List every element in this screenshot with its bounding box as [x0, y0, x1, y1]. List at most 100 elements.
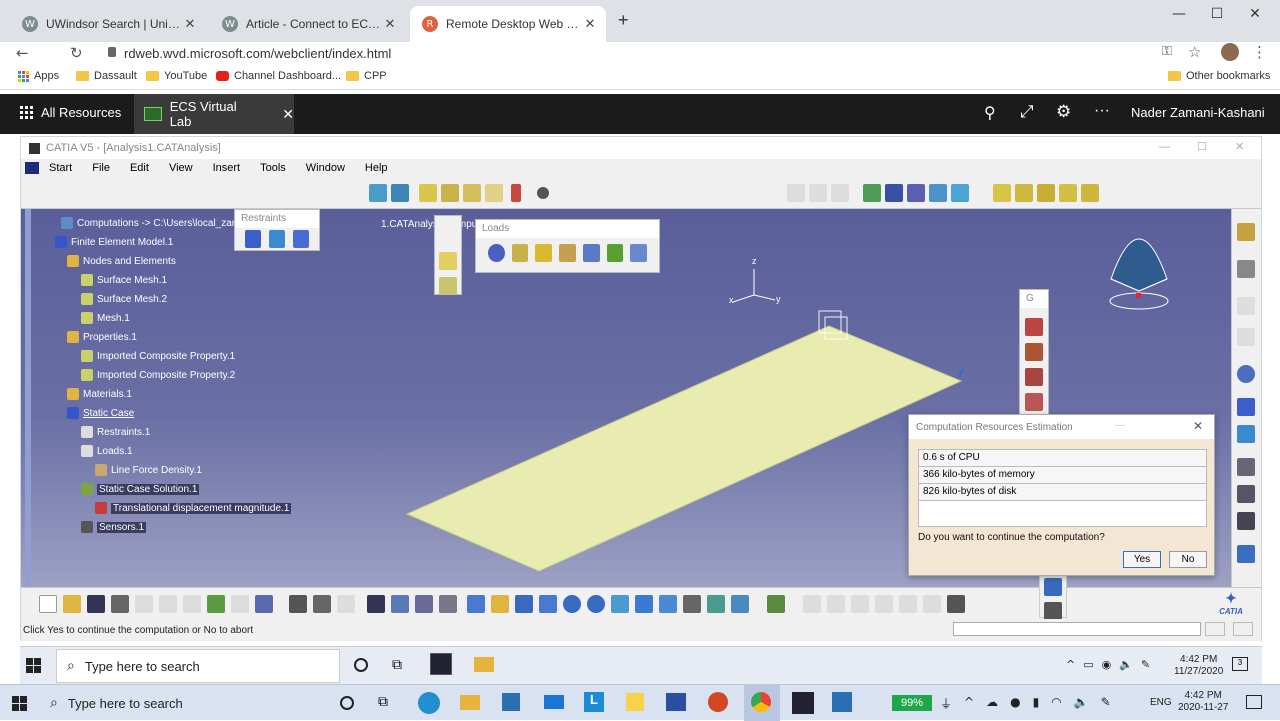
fly-mode-icon[interactable] [467, 595, 485, 613]
sensor-icon[interactable] [1237, 425, 1255, 443]
pen-icon[interactable]: ✎ [1101, 695, 1111, 712]
all-resources-button[interactable]: All Resources [20, 105, 121, 120]
avatar[interactable] [1221, 43, 1239, 61]
formula-icon[interactable] [289, 595, 307, 613]
restraint-icon[interactable] [993, 184, 1011, 202]
measure-icon[interactable] [415, 595, 433, 613]
tree-node[interactable]: Static Case Solution.1 [81, 481, 291, 497]
store-icon[interactable] [502, 693, 520, 711]
chevron-up-icon[interactable]: ^ [964, 695, 974, 712]
bookmark-apps[interactable]: Apps [18, 70, 59, 82]
menu-window[interactable]: Window [296, 162, 355, 174]
rd-session-tab[interactable]: ECS Virtual Lab ✕ [134, 94, 294, 134]
close-icon[interactable]: ✕ [182, 16, 198, 32]
open-file-icon[interactable] [63, 595, 81, 613]
fit-all-icon[interactable] [491, 595, 509, 613]
battery-indicator[interactable]: 99% [892, 695, 932, 711]
tree-node[interactable]: Static Case [67, 405, 291, 421]
rotate-icon[interactable] [539, 595, 557, 613]
view-mode-icon[interactable] [659, 595, 677, 613]
file-explorer-icon[interactable] [460, 695, 480, 710]
sensor-icon[interactable] [1237, 398, 1255, 416]
maximize-icon[interactable]: ☐ [1197, 140, 1207, 153]
windows-start-icon[interactable] [26, 658, 41, 673]
menu-file[interactable]: File [82, 162, 120, 174]
temperature-icon[interactable] [606, 244, 624, 262]
host-clock[interactable]: 4:42 PM 2020-11-27 [1178, 690, 1228, 714]
wifi-icon[interactable]: ◠ [1051, 695, 1061, 712]
group-icon[interactable] [485, 184, 503, 202]
tree-node[interactable]: Materials.1 [67, 386, 291, 402]
battery-icon[interactable]: ▮ [1033, 695, 1040, 712]
maximize-icon[interactable]: ☐ [1198, 0, 1236, 28]
menu-tools[interactable]: Tools [250, 162, 296, 174]
cloud-icon[interactable]: ☁ [986, 695, 998, 712]
gear-icon[interactable]: ⚙ [1056, 102, 1071, 122]
report-icon[interactable] [1237, 458, 1255, 476]
property-icon[interactable] [441, 184, 459, 202]
apply-material-icon[interactable] [731, 595, 749, 613]
bookmark-star-icon[interactable]: ☆ [1188, 43, 1201, 61]
close-icon[interactable]: ✕ [582, 16, 598, 32]
back-icon[interactable]: ← [16, 44, 29, 62]
hide-show-icon[interactable] [683, 595, 701, 613]
bookmark-dassault[interactable]: Dassault [76, 70, 137, 82]
minimize-icon[interactable]: — [1159, 141, 1170, 153]
tree-node[interactable]: Restraints.1 [81, 424, 291, 440]
tree-node[interactable]: Translational displacement magnitude.1 [95, 500, 292, 516]
analysis-tool-icon[interactable] [1025, 393, 1043, 411]
plug-icon[interactable]: ⏚ [940, 695, 952, 712]
restraint-icon[interactable] [1081, 184, 1099, 202]
restraint-icon[interactable] [1059, 184, 1077, 202]
close-icon[interactable]: ✕ [282, 106, 294, 123]
advanced-restraint-icon[interactable] [293, 230, 309, 248]
displacement-icon[interactable] [929, 184, 947, 202]
tree-node[interactable]: Sensors.1 [81, 519, 291, 535]
close-icon[interactable]: ✕ [382, 16, 398, 32]
cortana-icon[interactable] [340, 696, 354, 710]
catia-taskbar-icon[interactable] [430, 653, 452, 675]
network-icon[interactable]: ▭ [1083, 658, 1093, 671]
mesh-icon[interactable] [369, 184, 387, 202]
menu-start[interactable]: Start [39, 162, 82, 174]
menu-help[interactable]: Help [355, 162, 398, 174]
windows-start-icon[interactable] [12, 696, 27, 711]
close-icon[interactable]: ✕ [1235, 140, 1244, 153]
material-icon[interactable] [463, 184, 481, 202]
sticky-notes-icon[interactable] [626, 693, 644, 711]
comment-icon[interactable] [313, 595, 331, 613]
deformation-icon[interactable] [885, 184, 903, 202]
export-icon[interactable] [1237, 545, 1255, 563]
bookmark-cpp[interactable]: CPP [346, 70, 387, 82]
measure-between-icon[interactable] [1044, 578, 1062, 596]
bookmark-youtube[interactable]: YouTube [146, 70, 207, 82]
tree-node[interactable]: Surface Mesh.2 [81, 291, 291, 307]
process-icon[interactable] [947, 595, 965, 613]
restraint-icon[interactable] [1037, 184, 1055, 202]
principal-stress-icon[interactable] [951, 184, 969, 202]
distributed-force-icon[interactable] [630, 244, 648, 262]
analysis-tool-icon[interactable] [1025, 318, 1043, 336]
force-icon[interactable] [511, 244, 529, 262]
clamp-icon[interactable] [245, 230, 261, 248]
table-icon[interactable] [367, 595, 385, 613]
analysis-tool-icon[interactable] [1025, 368, 1043, 386]
mail-icon[interactable] [544, 695, 564, 709]
vm-clock[interactable]: 4:42 PM 11/27/2020 [1174, 654, 1223, 678]
new-tab-button[interactable]: + [618, 10, 629, 31]
cortana-icon[interactable] [354, 658, 368, 672]
host-search-box[interactable]: ⌕ Type here to search [40, 687, 324, 719]
select-arrow-icon[interactable] [1237, 260, 1255, 278]
mic-icon[interactable]: ● [1010, 695, 1020, 712]
notification-icon[interactable]: 3 [1232, 657, 1248, 671]
analysis-tool-icon[interactable] [1025, 343, 1043, 361]
print-icon[interactable] [111, 595, 129, 613]
image-icon[interactable] [863, 184, 881, 202]
remote-desktop-icon[interactable] [832, 692, 852, 712]
swap-space-icon[interactable] [707, 595, 725, 613]
photos-icon[interactable] [666, 693, 686, 711]
pin-icon[interactable]: ⚲ [984, 103, 996, 122]
speaker-icon[interactable]: 🔈 [1119, 658, 1133, 671]
analysis-icon[interactable] [439, 595, 457, 613]
power-input-field[interactable] [953, 622, 1201, 636]
